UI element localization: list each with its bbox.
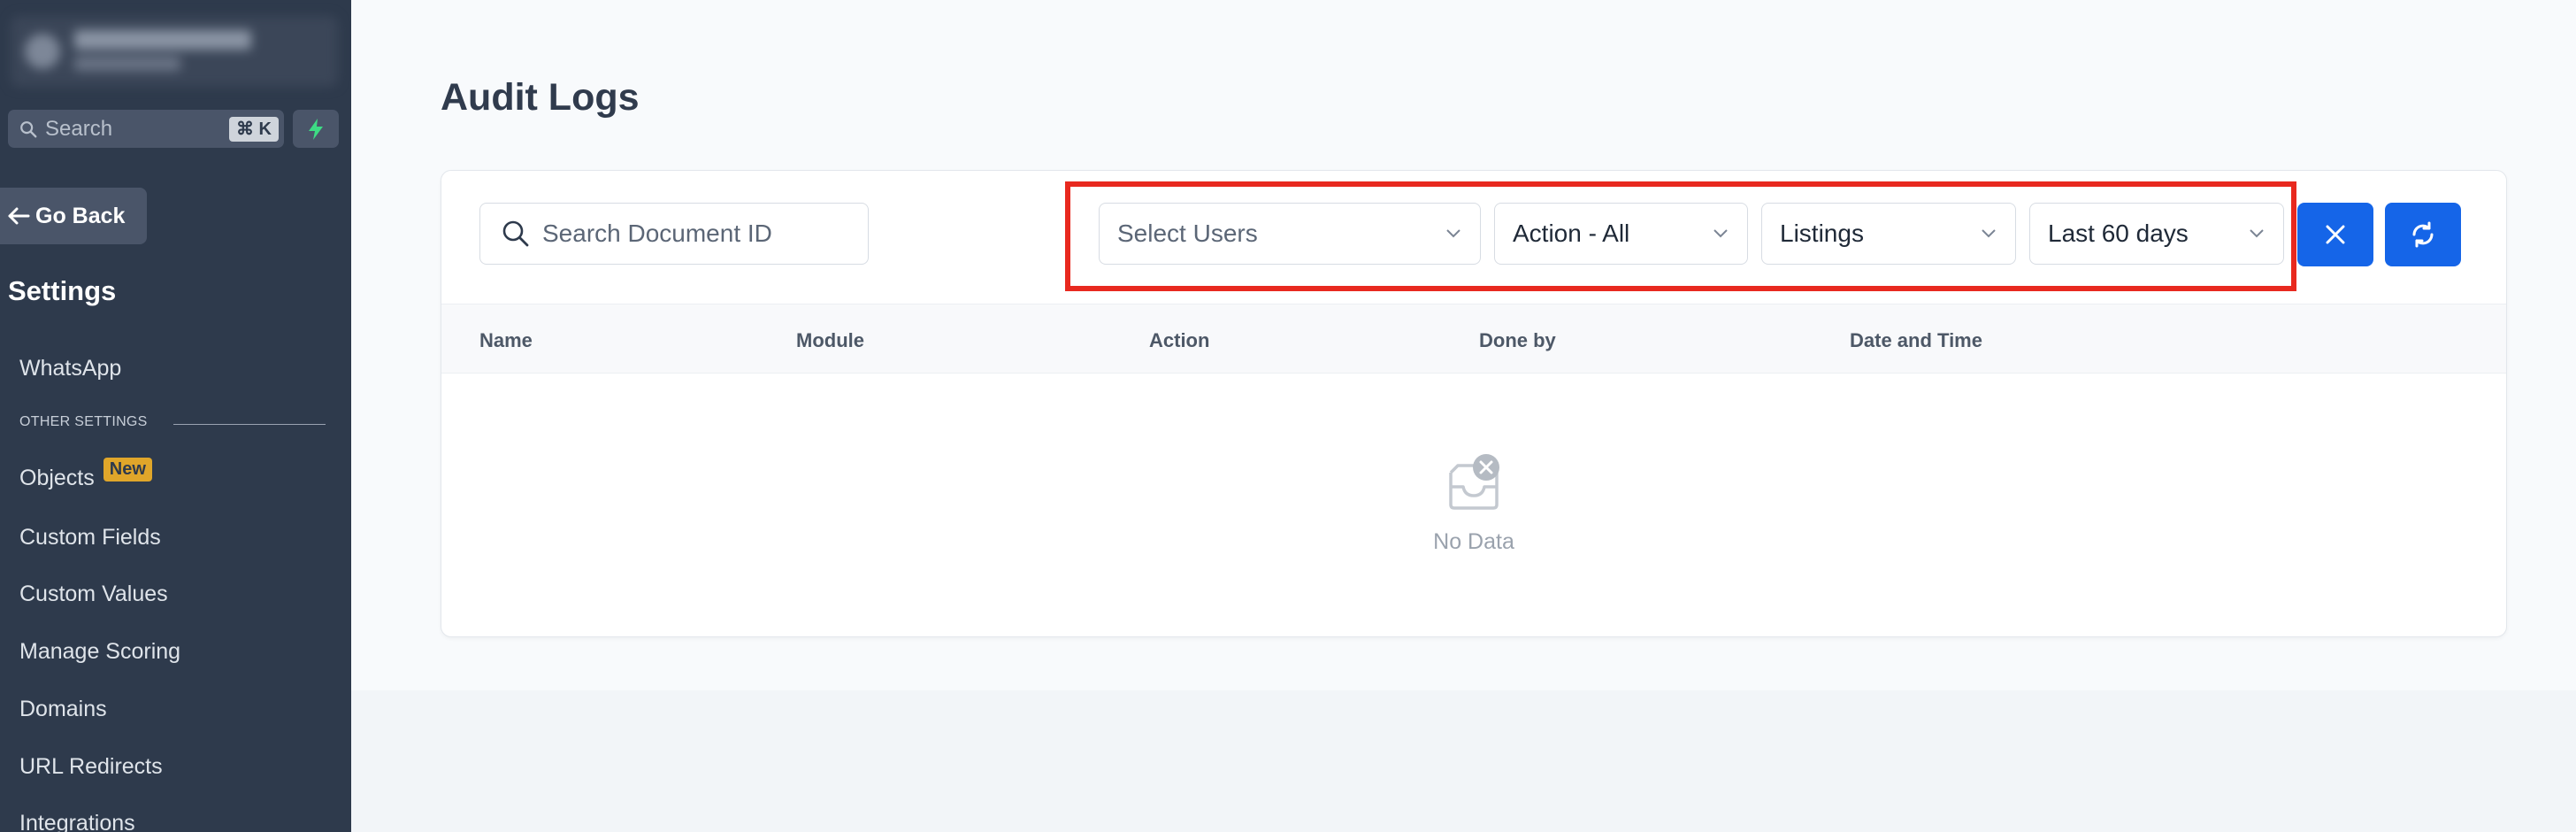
empty-state-text: No Data: [1433, 529, 1514, 554]
sidebar-item-integrations[interactable]: Integrations: [19, 811, 135, 832]
settings-title: Settings: [8, 275, 117, 306]
column-header-module[interactable]: Module: [796, 329, 864, 352]
sidebar-item-whatsapp[interactable]: WhatsApp: [19, 356, 121, 381]
table-header: [441, 304, 2506, 374]
sidebar-item-objects[interactable]: Objects New: [19, 458, 152, 492]
sidebar-item-manage-scoring[interactable]: Manage Scoring: [19, 639, 180, 665]
sidebar-search[interactable]: Search ⌘ K: [8, 110, 284, 148]
column-header-date-time[interactable]: Date and Time: [1850, 329, 1982, 352]
section-divider: [173, 424, 326, 425]
filters-highlight-box: [1065, 181, 2296, 291]
refresh-icon: [2412, 221, 2434, 248]
keyboard-shortcut-badge: ⌘ K: [229, 117, 279, 142]
search-icon: [502, 220, 529, 247]
lightning-bolt-icon: [309, 118, 323, 140]
sidebar-item-url-redirects[interactable]: URL Redirects: [19, 754, 163, 780]
go-back-button[interactable]: Go Back: [0, 188, 147, 244]
new-badge: New: [103, 458, 152, 481]
search-document-input[interactable]: [542, 220, 861, 248]
account-subtitle-blurred: [74, 57, 180, 71]
quick-actions-button[interactable]: [293, 110, 339, 148]
column-header-action[interactable]: Action: [1149, 329, 1209, 352]
account-switcher[interactable]: [11, 16, 338, 87]
sidebar-item-custom-fields[interactable]: Custom Fields: [19, 525, 161, 551]
page-title: Audit Logs: [441, 76, 640, 119]
document-id-search[interactable]: [479, 203, 869, 265]
account-avatar: [25, 34, 60, 69]
sidebar: Search ⌘ K Go Back Settings WhatsApp OTH…: [0, 0, 351, 832]
sidebar-item-label: Objects: [19, 466, 95, 490]
account-name-blurred: [74, 30, 251, 50]
column-header-name[interactable]: Name: [479, 329, 533, 352]
sidebar-item-custom-values[interactable]: Custom Values: [19, 582, 168, 607]
arrow-left-icon: [8, 207, 30, 225]
column-header-done-by[interactable]: Done by: [1479, 329, 1556, 352]
empty-inbox-icon: [1445, 451, 1502, 516]
clear-filters-button[interactable]: [2297, 203, 2373, 266]
sidebar-item-domains[interactable]: Domains: [19, 697, 107, 722]
go-back-label: Go Back: [35, 203, 126, 228]
close-icon: [2326, 225, 2345, 244]
refresh-button[interactable]: [2385, 203, 2461, 266]
sidebar-search-placeholder: Search: [45, 116, 113, 141]
search-icon: [20, 120, 37, 137]
other-settings-label: OTHER SETTINGS: [19, 414, 148, 429]
